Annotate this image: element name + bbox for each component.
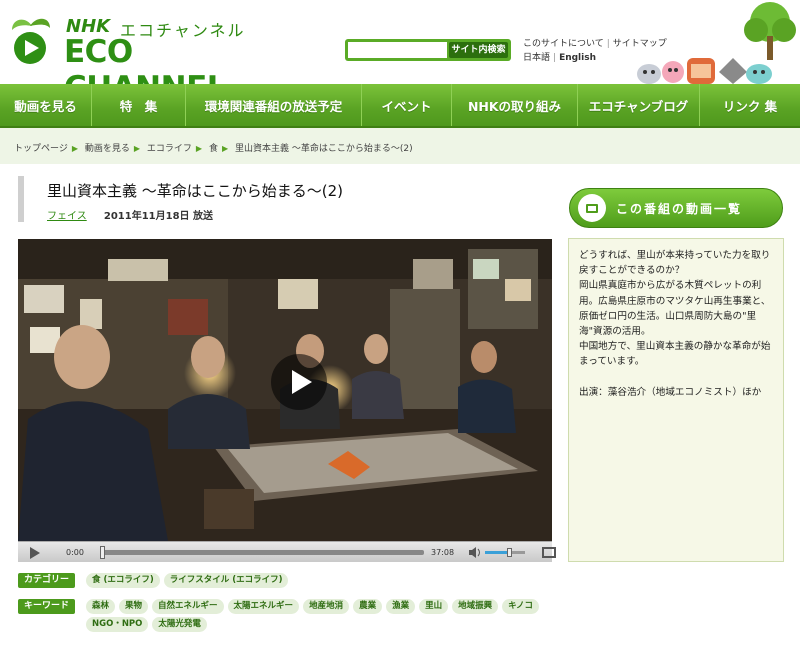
search-box: サイト内検索 xyxy=(345,39,511,61)
tree-image xyxy=(744,2,796,60)
nav-features[interactable]: 特 集 xyxy=(92,84,186,126)
program-series-link[interactable]: フェイス xyxy=(47,211,87,222)
site-logo[interactable]: NHK エコチャンネル ECO CHANNEL xyxy=(8,10,278,106)
site-header: NHK エコチャンネル ECO CHANNEL サイト内検索 このサイトについて… xyxy=(0,0,800,106)
breadcrumb: トップページ ▶ 動画を見る ▶ エコライフ ▶ 食 ▶ 里山資本主義 〜革命はここから… xyxy=(0,128,800,164)
program-videos-button[interactable]: この番組の動画一覧 xyxy=(569,188,783,228)
about-link[interactable]: このサイトについて xyxy=(523,39,604,49)
category-chips: 食 (エコライフ) ライフスタイル (エコライフ) xyxy=(86,573,556,588)
keyword-chip[interactable]: 地産地消 xyxy=(303,599,350,614)
keyword-chip[interactable]: 漁業 xyxy=(386,599,416,614)
category-label: カテゴリー xyxy=(18,573,75,588)
english-link[interactable]: English xyxy=(559,53,596,63)
duration: 37:08 xyxy=(431,548,455,557)
category-chip[interactable]: 食 (エコライフ) xyxy=(86,573,160,588)
chevron-right-icon: ▶ xyxy=(195,144,203,153)
keyword-chip[interactable]: 農業 xyxy=(353,599,383,614)
video-controls: 0:00 37:08 xyxy=(18,541,556,562)
nav-links[interactable]: リンク 集 xyxy=(700,84,800,126)
play-icon xyxy=(291,370,312,394)
chevron-right-icon: ▶ xyxy=(71,144,78,153)
divider: | xyxy=(606,39,610,49)
current-time: 0:00 xyxy=(66,548,84,557)
video-list-icon xyxy=(578,194,606,222)
sitemap-link[interactable]: サイトマップ xyxy=(613,39,667,49)
divider: | xyxy=(553,53,557,63)
search-input[interactable] xyxy=(348,42,447,58)
volume-level xyxy=(485,551,509,554)
breadcrumb-home[interactable]: トップページ xyxy=(14,144,68,154)
cast-credit: 出演：藻谷浩介（地域エコノミスト）ほか xyxy=(579,386,762,398)
program-description: どうすれば、里山が本来持っていた力を取り戻すことができるのか？ 岡山県真庭市から… xyxy=(568,238,784,562)
fullscreen-icon[interactable] xyxy=(542,547,556,558)
main-nav: 動画を見る 特 集 環境関連番組の放送予定 イベント NHKの取り組み エコチャ… xyxy=(0,84,800,128)
volume-handle[interactable] xyxy=(507,548,512,557)
nav-videos[interactable]: 動画を見る xyxy=(0,84,92,126)
keyword-chip[interactable]: 里山 xyxy=(419,599,449,614)
progress-bar[interactable] xyxy=(102,550,424,555)
category-chip[interactable]: ライフスタイル (エコライフ) xyxy=(163,573,289,588)
program-videos-label: この番組の動画一覧 xyxy=(616,201,743,216)
keyword-label: キーワード xyxy=(18,599,75,614)
keyword-chip[interactable]: 地域振興 xyxy=(452,599,499,614)
description-paragraph: どうすれば、里山が本来持っていた力を取り戻すことができるのか？ xyxy=(579,250,771,277)
description-paragraph: 岡山県真庭市から広がる木質ペレットの利用。広島県庄原市のマツタケ山再生事業と、原… xyxy=(579,280,771,338)
keyword-chip[interactable]: 太陽エネルギー xyxy=(227,599,300,614)
breadcrumb-food[interactable]: 食 xyxy=(209,144,218,154)
nav-nhk-initiatives[interactable]: NHKの取り組み xyxy=(452,84,578,126)
japanese-link[interactable]: 日本語 xyxy=(523,53,550,63)
volume-icon[interactable] xyxy=(469,547,481,558)
keyword-chip[interactable]: 果物 xyxy=(119,599,149,614)
video-player[interactable] xyxy=(18,239,552,541)
nav-broadcast-schedule[interactable]: 環境関連番組の放送予定 xyxy=(186,84,362,126)
description-paragraph: 中国地方で、里山資本主義の静かな革命が始まっています。 xyxy=(579,341,771,368)
title-accent-bar xyxy=(18,176,24,222)
keyword-chip[interactable]: 自然エネルギー xyxy=(152,599,224,614)
progress-handle[interactable] xyxy=(100,546,105,559)
program-meta: フェイス 2011年11月18日 放送 xyxy=(47,207,213,222)
chevron-right-icon: ▶ xyxy=(133,144,141,153)
keyword-chip[interactable]: 太陽光発電 xyxy=(152,617,207,632)
page-title: 里山資本主義 〜革命はここから始まる〜(2) xyxy=(47,182,344,200)
keyword-chip[interactable]: キノコ xyxy=(502,599,540,614)
keyword-chip[interactable]: 森林 xyxy=(86,599,116,614)
nav-events[interactable]: イベント xyxy=(362,84,452,126)
control-play-icon[interactable] xyxy=(30,547,40,559)
chevron-right-icon: ▶ xyxy=(221,144,229,153)
nav-blog[interactable]: エコチャンブログ xyxy=(578,84,700,126)
play-button[interactable] xyxy=(271,354,327,410)
breadcrumb-videos[interactable]: 動画を見る xyxy=(85,144,130,154)
leaf-play-icon xyxy=(12,18,50,64)
broadcast-date: 2011年11月18日 放送 xyxy=(103,211,214,222)
keyword-chip[interactable]: NGO・NPO xyxy=(86,617,149,632)
keyword-chips: 森林 果物 自然エネルギー 太陽エネルギー 地産地消 農業 漁業 里山 地域振興 キノコ NGO・N… xyxy=(86,599,556,632)
search-button[interactable]: サイト内検索 xyxy=(449,42,508,58)
breadcrumb-ecolife[interactable]: エコライフ xyxy=(147,144,192,154)
breadcrumb-current: 里山資本主義 〜革命はここから始まる〜(2) xyxy=(235,144,413,154)
